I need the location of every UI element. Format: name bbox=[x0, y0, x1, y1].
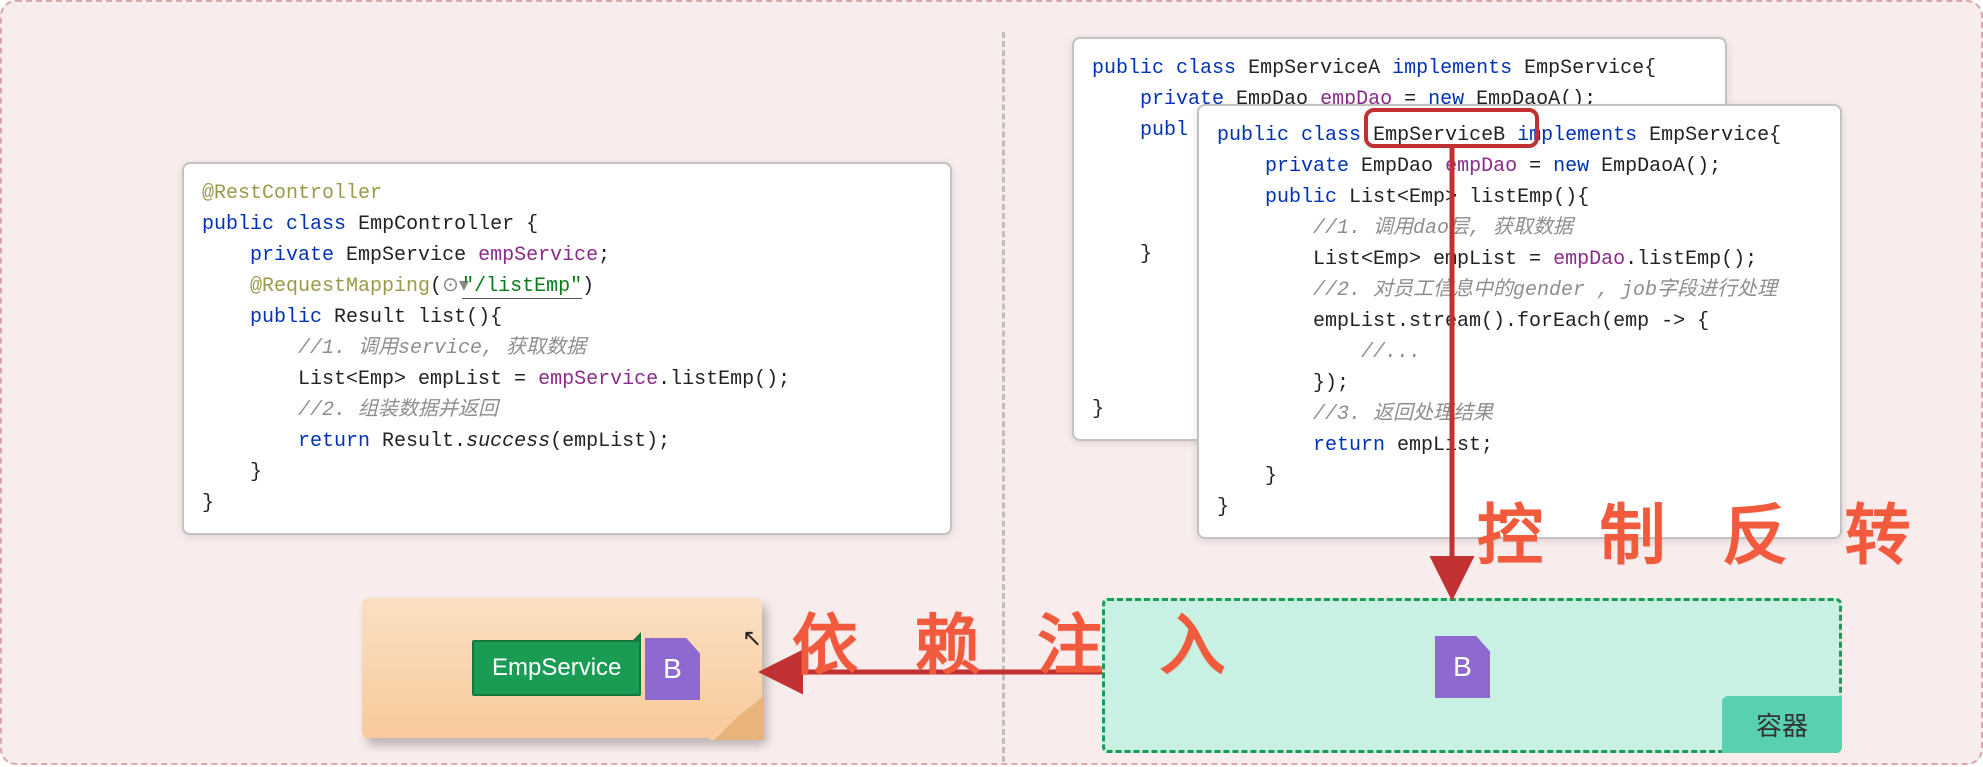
b-chip-container: B bbox=[1435, 636, 1490, 698]
cursor-icon: ↖ bbox=[742, 624, 762, 654]
di-handwriting: 依 赖 注 入 bbox=[792, 592, 1246, 688]
gutter-mapping-icon: ⊙▾ bbox=[442, 271, 462, 302]
annotation-restcontroller: @RestController bbox=[202, 182, 382, 205]
empservice-badge: EmpService bbox=[472, 640, 641, 696]
empservice-consumer: EmpService B bbox=[362, 598, 762, 738]
service-b-code-panel: public class EmpServiceB implements EmpS… bbox=[1197, 104, 1842, 539]
container-label: 容器 bbox=[1722, 696, 1842, 753]
controller-code-panel: @RestController public class EmpControll… bbox=[182, 162, 952, 535]
ioc-handwriting: 控 制 反 转 bbox=[1477, 482, 1931, 578]
empserviceb-highlight bbox=[1364, 108, 1539, 148]
b-chip-consumer: B bbox=[645, 638, 700, 700]
diagram-canvas: @RestController public class EmpControll… bbox=[0, 0, 1983, 765]
